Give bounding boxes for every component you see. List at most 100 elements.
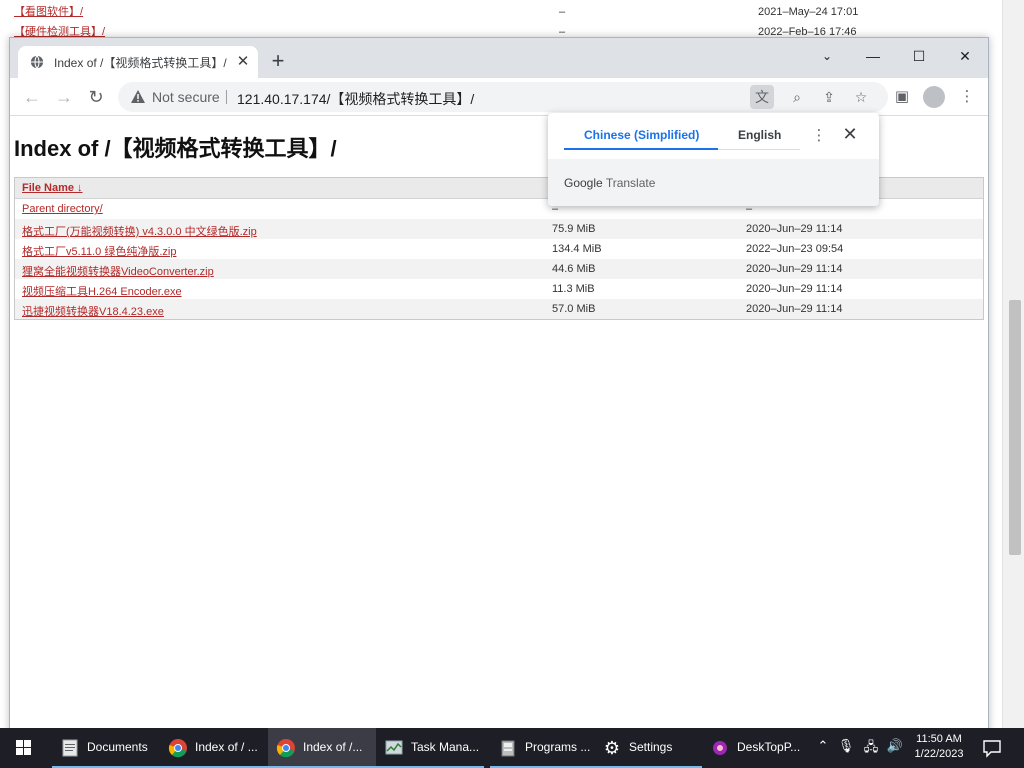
background-folder-link[interactable]: 【看图软件】/ xyxy=(14,2,83,22)
desktop-app-icon xyxy=(713,741,727,755)
google-translate-logo: Google Translate xyxy=(564,176,655,190)
table-row: 迅捷视频转换器V18.4.23.exe 57.0 MiB 2020–Jun–29… xyxy=(15,299,983,319)
taskbar-item-label: Settings xyxy=(629,740,673,754)
file-size: 44.6 MiB xyxy=(552,263,596,275)
browser-toolbar: ← → ↻ Not secure 121.40.17.174/【视频格式转换工具… xyxy=(10,78,988,116)
programs-icon xyxy=(501,740,515,757)
url-text[interactable]: 121.40.17.174/【视频格式转换工具】/ xyxy=(237,89,474,109)
file-date: 2020–Jun–29 11:14 xyxy=(746,283,843,295)
notification-center-icon[interactable] xyxy=(980,736,1004,760)
tab-strip: Index of /【视频格式转换工具】/ ✕ + ⌄ — ☐ ✕ xyxy=(10,38,988,78)
omnibox-divider xyxy=(226,90,227,104)
target-language-tab[interactable]: English xyxy=(738,128,781,142)
zoom-magnifier-icon[interactable]: ⌕ xyxy=(785,85,809,109)
taskbar-item-settings[interactable]: ⚙ Settings xyxy=(594,728,702,768)
sort-down-arrow-icon[interactable]: ↓ xyxy=(77,182,83,194)
page-content: Index of /【视频格式转换工具】/ File Name ↓ Parent… xyxy=(10,117,988,736)
notepad-icon xyxy=(62,739,78,757)
bookmark-star-icon[interactable]: ☆ xyxy=(849,85,873,109)
tab-search-chevron-icon[interactable]: ⌄ xyxy=(804,42,850,70)
taskbar-item-label: Documents xyxy=(87,740,148,754)
tab-divider-line xyxy=(718,149,800,150)
file-date: 2020–Jun–29 11:14 xyxy=(746,263,843,275)
forward-arrow-icon[interactable]: → xyxy=(52,85,76,109)
taskbar-item-label: Index of / ... xyxy=(195,740,258,754)
gear-icon: ⚙ xyxy=(603,738,621,758)
taskbar-item-label: DeskTopP... xyxy=(737,740,801,754)
browser-tab[interactable]: Index of /【视频格式转换工具】/ ✕ xyxy=(18,46,258,78)
microphone-icon[interactable]: 🎙 xyxy=(836,738,856,754)
file-link[interactable]: Parent directory/ xyxy=(22,203,103,215)
minimize-icon[interactable]: — xyxy=(850,42,896,70)
table-row: 格式工厂v5.11.0 绿色纯净版.zip 134.4 MiB 2022–Jun… xyxy=(15,239,983,259)
translate-logo-text: Translate xyxy=(605,176,656,190)
active-tab-underline xyxy=(564,148,718,150)
file-size: 57.0 MiB xyxy=(552,303,596,315)
reload-icon[interactable]: ↻ xyxy=(84,85,108,109)
new-tab-plus-icon[interactable]: + xyxy=(266,50,290,74)
taskbar-item-label: Programs ... xyxy=(525,740,591,754)
tray-chevron-up-icon[interactable]: ⌃ xyxy=(813,738,833,754)
translate-close-icon[interactable]: ✕ xyxy=(840,124,860,145)
page-title: Index of /【视频格式转换工具】/ xyxy=(14,136,337,161)
taskbar: Documents Index of / ... Index of /... T… xyxy=(0,728,1024,768)
network-icon[interactable]: 🖧 xyxy=(861,738,881,760)
background-size: – xyxy=(559,6,566,18)
taskbar-item-task-manager[interactable]: Task Mana... xyxy=(376,728,484,768)
taskbar-item-chrome-1[interactable]: Index of / ... xyxy=(160,728,268,768)
file-link[interactable]: 迅捷视频转换器V18.4.23.exe xyxy=(22,303,164,319)
taskbar-item-chrome-2[interactable]: Index of /... xyxy=(268,728,376,768)
translate-popup: Chinese (Simplified) English ⋮ ✕ Google … xyxy=(548,113,879,206)
taskbar-item-desktop-program[interactable]: DeskTopP... xyxy=(702,728,806,768)
google-logo-text: Google xyxy=(564,176,603,190)
kebab-menu-icon[interactable]: ⋮ xyxy=(955,85,979,109)
file-link[interactable]: 格式工厂v5.11.0 绿色纯净版.zip xyxy=(22,243,176,259)
taskbar-item-label: Index of /... xyxy=(303,740,363,754)
file-name-column-header[interactable]: File Name ↓ xyxy=(22,182,83,194)
windows-logo-icon xyxy=(16,740,31,755)
background-scrollbar-thumb[interactable] xyxy=(1009,300,1021,555)
taskbar-item-documents[interactable]: Documents xyxy=(52,728,160,768)
maximize-icon[interactable]: ☐ xyxy=(896,42,942,70)
warning-triangle-icon[interactable] xyxy=(130,89,146,105)
not-secure-label[interactable]: Not secure xyxy=(152,89,220,105)
start-button[interactable] xyxy=(0,728,48,768)
file-size: 134.4 MiB xyxy=(552,243,602,255)
task-manager-icon xyxy=(385,740,403,755)
share-icon[interactable]: ⇪ xyxy=(817,85,841,109)
chrome-icon xyxy=(168,739,187,758)
system-clock[interactable]: 11:50 AM 1/22/2023 xyxy=(909,732,969,762)
taskbar-item-programs[interactable]: Programs ... xyxy=(490,728,594,768)
file-date: 2022–Jun–23 09:54 xyxy=(746,243,844,255)
background-date: 2021–May–24 17:01 xyxy=(758,6,859,18)
tab-title: Index of /【视频格式转换工具】/ xyxy=(54,56,227,70)
profile-avatar-icon[interactable] xyxy=(923,86,945,108)
side-panel-icon[interactable]: ▣ xyxy=(890,85,914,109)
background-list-item: 【看图软件】/ – 2021–May–24 17:01 xyxy=(14,2,1004,22)
taskbar-item-label: Task Mana... xyxy=(411,740,480,754)
table-row: 视频压缩工具H.264 Encoder.exe 11.3 MiB 2020–Ju… xyxy=(15,279,983,299)
file-name-header-label[interactable]: File Name xyxy=(22,182,74,194)
file-size: 75.9 MiB xyxy=(552,223,596,235)
file-date: 2020–Jun–29 11:14 xyxy=(746,223,843,235)
file-link[interactable]: 狸窝全能视频转换器VideoConverter.zip xyxy=(22,263,214,279)
translate-footer: Google Translate xyxy=(548,159,879,206)
chrome-icon xyxy=(276,739,295,758)
clock-date: 1/22/2023 xyxy=(914,748,964,760)
file-size: 11.3 MiB xyxy=(552,283,595,295)
table-row: 狸窝全能视频转换器VideoConverter.zip 44.6 MiB 202… xyxy=(15,259,983,279)
globe-icon xyxy=(30,55,44,69)
file-link[interactable]: 视频压缩工具H.264 Encoder.exe xyxy=(22,283,182,299)
clock-time: 11:50 AM xyxy=(916,733,962,745)
source-language-tab[interactable]: Chinese (Simplified) xyxy=(584,128,699,142)
translate-options-kebab-icon[interactable]: ⋮ xyxy=(810,126,828,144)
back-arrow-icon[interactable]: ← xyxy=(20,85,44,109)
volume-icon[interactable]: 🔊 xyxy=(885,738,905,754)
close-window-icon[interactable]: ✕ xyxy=(942,42,988,70)
file-date: 2020–Jun–29 11:14 xyxy=(746,303,843,315)
file-link[interactable]: 格式工厂(万能视频转换) v4.3.0.0 中文绿色版.zip xyxy=(22,223,257,239)
translate-icon[interactable]: 文 xyxy=(750,85,774,109)
address-bar[interactable]: Not secure 121.40.17.174/【视频格式转换工具】/ 文 ⌕… xyxy=(118,82,888,112)
table-row: 格式工厂(万能视频转换) v4.3.0.0 中文绿色版.zip 75.9 MiB… xyxy=(15,219,983,239)
tab-close-icon[interactable]: ✕ xyxy=(234,53,252,71)
